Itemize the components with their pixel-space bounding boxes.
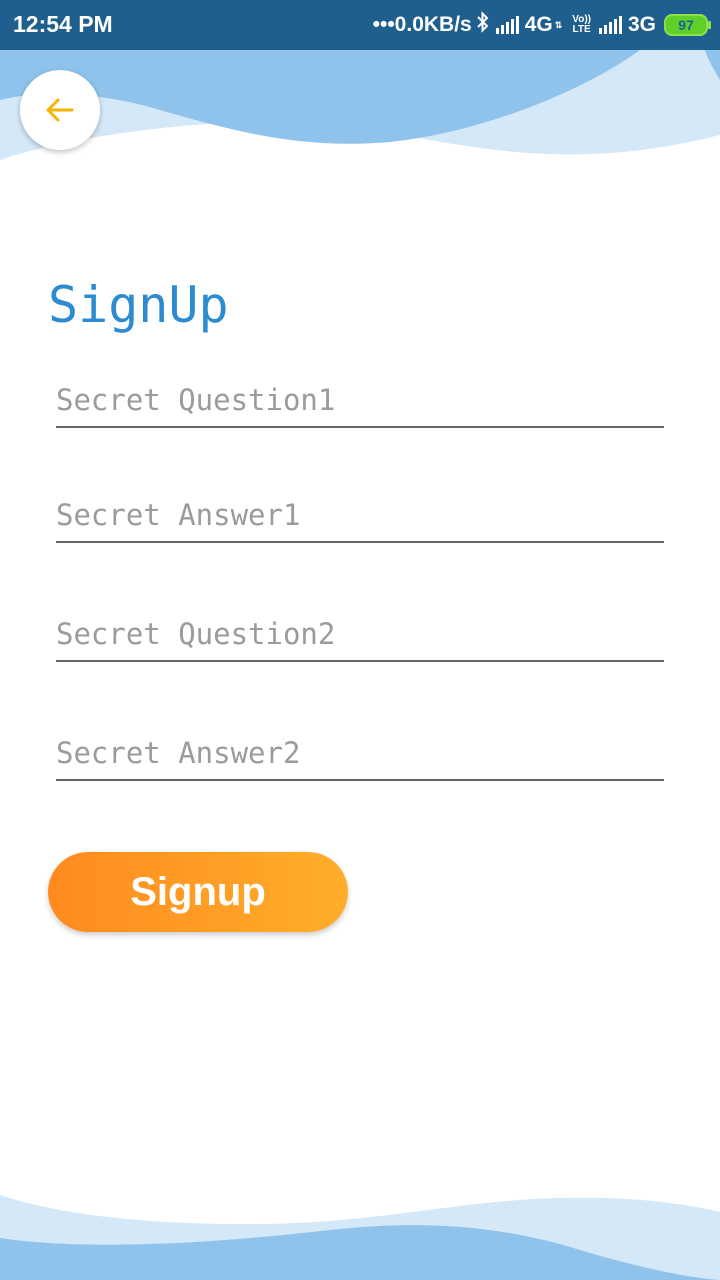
secret-question2-input[interactable] [56, 608, 664, 662]
bottom-wave-decoration [0, 1195, 720, 1280]
signal-icon [598, 16, 622, 34]
arrow-left-icon [46, 98, 74, 122]
status-bar: 12:54 PM •••0.0KB/s 4G ⇅ Vo)) LTE 3G 97 [0, 0, 720, 50]
volte-icon: Vo)) LTE [572, 14, 591, 35]
bluetooth-icon [476, 11, 490, 39]
signup-button[interactable]: Signup [48, 852, 348, 932]
data-arrows-icon: ⇅ [554, 19, 563, 30]
top-wave-decoration [0, 50, 720, 160]
secret-question1-input[interactable] [56, 374, 664, 428]
status-icons: •••0.0KB/s 4G ⇅ Vo)) LTE 3G 97 [372, 10, 711, 40]
secret-answer1-input[interactable] [56, 489, 664, 543]
network-type-1: 4G [524, 13, 553, 36]
secret-answer2-input[interactable] [56, 727, 664, 781]
battery-icon: 97 [664, 14, 711, 36]
battery-level: 97 [678, 17, 694, 33]
network-type-2: 3G [627, 13, 656, 36]
network-speed: •••0.0KB/s [372, 13, 472, 36]
page-title: SignUp [48, 276, 229, 334]
signal-icon [495, 16, 519, 34]
back-button[interactable] [20, 70, 100, 150]
status-time: 12:54 PM [13, 11, 113, 37]
